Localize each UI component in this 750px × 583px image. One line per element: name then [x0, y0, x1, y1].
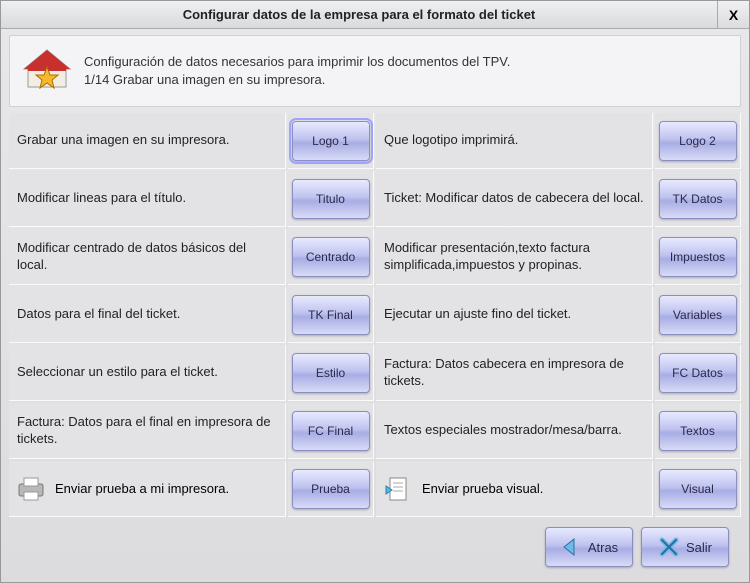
option-label: Grabar una imagen en su impresora. — [9, 113, 286, 169]
textos-button[interactable]: Textos — [659, 411, 737, 451]
description-text: Configuración de datos necesarios para i… — [84, 53, 510, 88]
option-label: Modificar centrado de datos básicos del … — [9, 229, 286, 285]
option-label: Textos especiales mostrador/mesa/barra. — [376, 403, 653, 459]
description-line2: 1/14 Grabar una imagen en su impresora. — [84, 71, 510, 89]
title-bar: Configurar datos de la empresa para el f… — [1, 1, 749, 29]
option-label: Seleccionar un estilo para el ticket. — [9, 345, 286, 401]
tk-final-button[interactable]: TK Final — [292, 295, 370, 335]
estilo-button[interactable]: Estilo — [292, 353, 370, 393]
description-panel: Configuración de datos necesarios para i… — [9, 35, 741, 107]
tk-datos-button[interactable]: TK Datos — [659, 179, 737, 219]
prueba-button[interactable]: Prueba — [292, 469, 370, 509]
variables-button[interactable]: Variables — [659, 295, 737, 335]
house-star-icon — [20, 47, 74, 95]
options-grid: Grabar una imagen en su impresora. Logo … — [9, 113, 741, 517]
description-line1: Configuración de datos necesarios para i… — [84, 53, 510, 71]
print-test-left: Enviar prueba a mi impresora. — [9, 461, 286, 517]
fc-final-button[interactable]: FC Final — [292, 411, 370, 451]
centrado-button[interactable]: Centrado — [292, 237, 370, 277]
back-label: Atras — [588, 540, 618, 555]
document-icon — [384, 476, 412, 502]
logo1-button[interactable]: Logo 1 — [292, 121, 370, 161]
option-label: Ejecutar un ajuste fino del ticket. — [376, 287, 653, 343]
option-label: Modificar lineas para el título. — [9, 171, 286, 227]
printer-icon — [17, 476, 45, 502]
print-test-label: Enviar prueba a mi impresora. — [55, 481, 229, 496]
impuestos-button[interactable]: Impuestos — [659, 237, 737, 277]
fc-datos-button[interactable]: FC Datos — [659, 353, 737, 393]
print-test-right: Enviar prueba visual. — [376, 461, 653, 517]
exit-button[interactable]: Salir — [641, 527, 729, 567]
window-title: Configurar datos de la empresa para el f… — [1, 1, 717, 28]
option-label: Factura: Datos cabecera en impresora de … — [376, 345, 653, 401]
visual-test-label: Enviar prueba visual. — [422, 481, 543, 496]
titulo-button[interactable]: Titulo — [292, 179, 370, 219]
visual-button[interactable]: Visual — [659, 469, 737, 509]
option-label: Que logotipo imprimirá. — [376, 113, 653, 169]
close-x-icon — [658, 536, 680, 558]
back-button[interactable]: Atras — [545, 527, 633, 567]
option-label: Modificar presentación,texto factura sim… — [376, 229, 653, 285]
content-area: Configuración de datos necesarios para i… — [1, 29, 749, 573]
option-label: Factura: Datos para el final en impresor… — [9, 403, 286, 459]
logo2-button[interactable]: Logo 2 — [659, 121, 737, 161]
footer-bar: Atras Salir — [9, 517, 741, 567]
arrow-left-icon — [560, 536, 582, 558]
option-label: Datos para el final del ticket. — [9, 287, 286, 343]
option-label: Ticket: Modificar datos de cabecera del … — [376, 171, 653, 227]
exit-label: Salir — [686, 540, 712, 555]
close-button[interactable]: X — [717, 1, 749, 28]
